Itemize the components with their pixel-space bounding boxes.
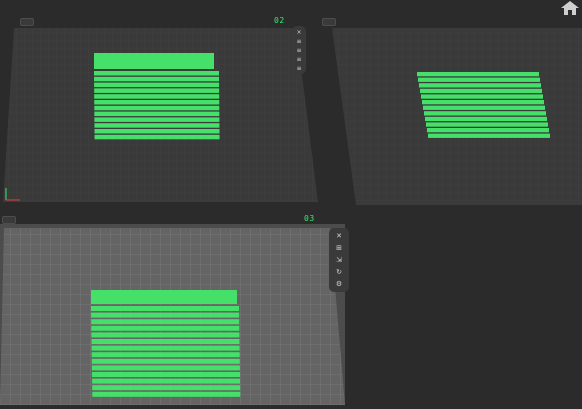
lines-icon[interactable]: ≡ xyxy=(293,55,305,64)
model-slice xyxy=(94,129,220,134)
viewport-menu-button[interactable] xyxy=(2,216,16,224)
model-slice xyxy=(94,88,220,93)
model-slice xyxy=(94,82,220,88)
model-slice xyxy=(418,77,540,82)
build-plate-top-right xyxy=(332,28,582,205)
build-plate-top-left xyxy=(3,28,318,202)
model-slice xyxy=(91,332,240,338)
model-slice xyxy=(419,83,541,88)
model-slice xyxy=(91,306,239,311)
lines-icon[interactable]: ≡ xyxy=(293,37,305,46)
model-slice xyxy=(92,391,241,397)
model-slice xyxy=(91,352,240,358)
model-slice xyxy=(94,105,220,111)
grid-icon[interactable]: ⊞ xyxy=(330,242,348,254)
lines-icon[interactable]: ≡ xyxy=(293,46,305,55)
viewport-label: 03 xyxy=(304,214,315,223)
model-slice xyxy=(424,111,546,116)
close-icon[interactable]: ✕ xyxy=(330,230,348,242)
model-slice xyxy=(94,134,220,140)
model-slice xyxy=(91,339,240,344)
side-toolbar-bottom: ✕ ⊞ ⇲ ↻ ⚙ xyxy=(329,228,349,292)
model-slice xyxy=(94,94,220,99)
model-slice xyxy=(92,385,241,391)
viewport-top-right[interactable]: 02 xyxy=(274,0,582,205)
model-slice xyxy=(94,117,220,122)
viewport-bottom-left[interactable]: 03 xyxy=(0,214,350,405)
model-slice xyxy=(92,372,240,377)
model-slice xyxy=(425,116,547,122)
close-icon[interactable]: × xyxy=(293,28,305,37)
model-slice xyxy=(91,358,240,364)
model-slice xyxy=(427,128,549,133)
viewport-top-left[interactable] xyxy=(0,0,320,205)
model-slice xyxy=(428,133,550,138)
model-slice xyxy=(420,88,542,94)
model-slice xyxy=(91,319,240,325)
model-slice xyxy=(422,100,544,105)
model-slice xyxy=(94,123,220,128)
viewport-label: 02 xyxy=(274,16,285,25)
build-plate-bottom-left xyxy=(0,224,345,405)
model-slice xyxy=(94,76,220,82)
side-toolbar-top: × ≡ ≡ ≡ ≡ xyxy=(292,26,306,74)
settings-icon[interactable]: ⚙ xyxy=(330,278,348,290)
move-icon[interactable]: ⇲ xyxy=(330,254,348,266)
lines-icon[interactable]: ≡ xyxy=(293,64,305,73)
model-slice xyxy=(91,325,240,331)
home-icon[interactable] xyxy=(560,0,580,16)
model-slice xyxy=(421,94,543,99)
model-bottom-left[interactable] xyxy=(91,290,241,397)
viewport-menu-button[interactable] xyxy=(322,18,336,26)
model-slice xyxy=(417,72,539,77)
rotate-icon[interactable]: ↻ xyxy=(330,266,348,278)
model-slice xyxy=(426,122,548,127)
model-slice xyxy=(92,378,241,384)
model-slice xyxy=(94,111,220,117)
model-slice xyxy=(94,71,219,76)
viewport-menu-button[interactable] xyxy=(20,18,34,26)
model-slice xyxy=(94,100,220,105)
model-top-left[interactable] xyxy=(94,53,220,140)
empty-workspace xyxy=(352,205,582,405)
model-slice xyxy=(91,345,240,351)
model-slice xyxy=(91,312,240,318)
model-slice xyxy=(91,365,240,371)
model-slice xyxy=(423,105,545,110)
